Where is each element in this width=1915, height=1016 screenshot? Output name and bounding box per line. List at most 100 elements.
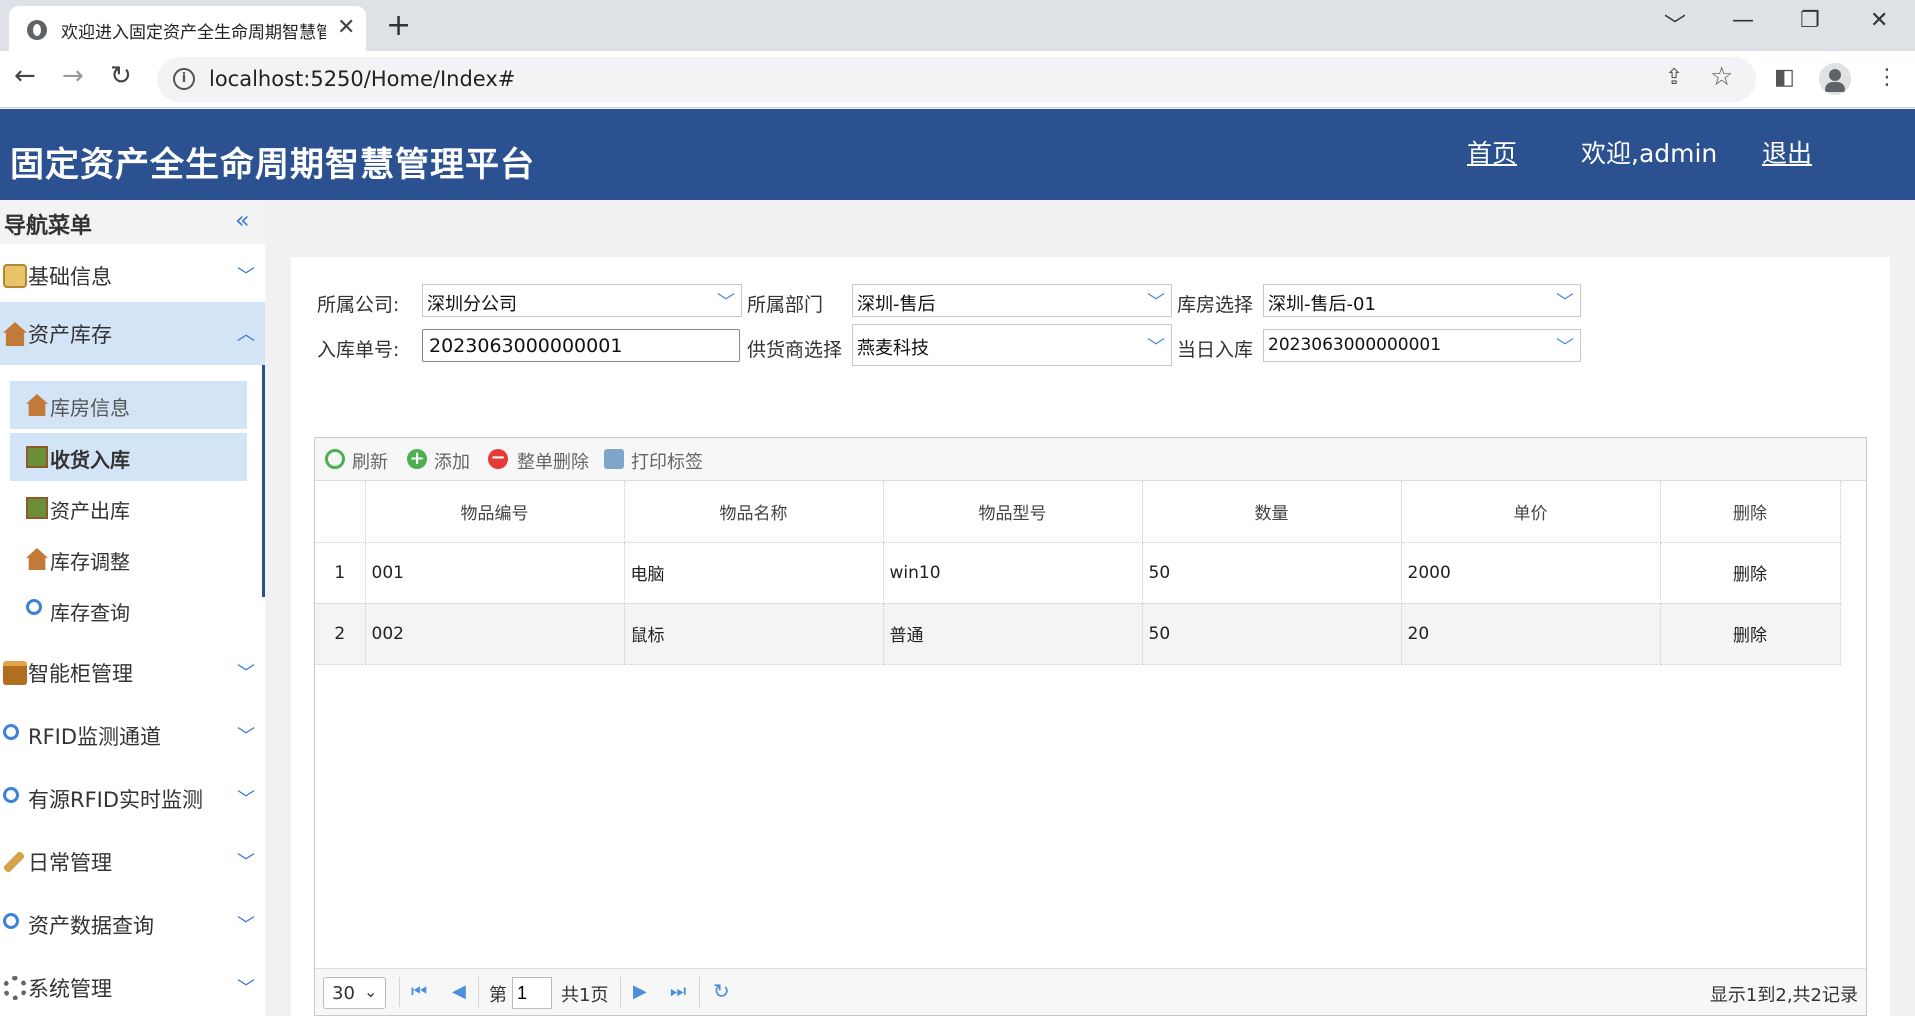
order-no-input[interactable] <box>422 329 740 362</box>
chevron-down-icon[interactable]: ﹀ <box>1147 288 1165 314</box>
browser-tabstrip: 欢迎进入固定资产全生命周期智慧管理平台 ✕ + ﹀ — ❐ ✕ <box>0 0 1915 51</box>
wrench-icon <box>2 850 26 874</box>
new-tab-button[interactable]: + <box>386 8 411 43</box>
submenu-receiving[interactable]: 收货入库 <box>10 433 247 481</box>
pager-divider <box>478 977 479 1007</box>
warehouse-select[interactable]: 深圳-售后-01 ﹀ <box>1263 284 1581 317</box>
prev-page-icon[interactable]: ◀ <box>452 981 466 1002</box>
menu-asset-inventory[interactable]: 资产库存 ︿ <box>0 302 265 365</box>
menu-system-management[interactable]: 系统管理 ﹀ <box>0 956 265 1016</box>
home-link[interactable]: 首页 <box>1467 134 1517 170</box>
menu-label: 有源RFID实时监测 <box>28 788 204 812</box>
supplier-select[interactable]: 燕麦科技 ﹀ <box>852 324 1172 366</box>
delete-row-link[interactable]: 删除 <box>1660 542 1841 604</box>
back-icon[interactable]: ← <box>14 61 36 91</box>
next-page-icon[interactable]: ▶ <box>633 981 647 1002</box>
submenu-warehouse-info[interactable]: 库房信息 <box>10 381 247 429</box>
minimize-icon[interactable]: — <box>1732 8 1754 33</box>
cell-name[interactable]: 鼠标 <box>624 603 884 665</box>
address-bar[interactable]: i localhost:5250/Home/Index# ⇪ ☆ <box>157 57 1756 102</box>
last-page-icon[interactable]: ⏭ <box>670 981 686 1002</box>
order-no-label: 入库单号: <box>317 339 400 361</box>
menu-label: 基础信息 <box>28 265 112 289</box>
tab-search-icon[interactable]: ﹀ <box>1664 8 1686 40</box>
forward-icon[interactable]: → <box>62 61 84 91</box>
company-select[interactable]: 深圳分公司 ﹀ <box>422 284 742 317</box>
pager-divider <box>399 977 400 1007</box>
chevron-down-icon[interactable]: ﹀ <box>1147 333 1165 359</box>
submenu-label: 收货入库 <box>50 448 130 472</box>
dept-select[interactable]: 深圳-售后 ﹀ <box>852 284 1172 317</box>
reload-page-icon[interactable]: ↻ <box>713 979 730 1003</box>
menu-label: 智能柜管理 <box>28 662 133 686</box>
cell-name[interactable]: 电脑 <box>624 542 884 604</box>
chevron-down-icon: ﹀ <box>237 852 255 873</box>
delete-row-link[interactable]: 删除 <box>1660 603 1841 665</box>
chevron-down-icon[interactable]: ﹀ <box>1556 288 1574 314</box>
page-size-select[interactable]: 30 ⌄ <box>323 977 386 1009</box>
profile-avatar-icon[interactable] <box>1819 63 1851 95</box>
menu-asset-data-query[interactable]: 资产数据查询 ﹀ <box>0 893 265 956</box>
submenu-stock-query[interactable]: 库存查询 <box>10 586 247 634</box>
row-number: 2 <box>315 603 366 665</box>
bookmark-star-icon[interactable]: ☆ <box>1710 62 1733 92</box>
today-inbound-select[interactable]: 2023063000000001 ﹀ <box>1263 329 1581 362</box>
globe-icon <box>27 20 47 40</box>
app-header: 固定资产全生命周期智慧管理平台 首页 欢迎,admin 退出 <box>0 109 1915 200</box>
cell-code[interactable]: 002 <box>365 603 625 665</box>
menu-smart-cabinet[interactable]: 智能柜管理 ﹀ <box>0 641 265 704</box>
cell-price[interactable]: 2000 <box>1401 542 1661 604</box>
cell-code[interactable]: 001 <box>365 542 625 604</box>
side-panel-icon[interactable]: ◧ <box>1774 65 1795 90</box>
pager-divider <box>620 977 621 1007</box>
cell-qty[interactable]: 50 <box>1142 542 1402 604</box>
chevron-down-icon[interactable]: ﹀ <box>717 288 735 314</box>
submenu-asset-outbound[interactable]: 资产出库 <box>10 484 247 532</box>
page-number-input[interactable] <box>512 977 552 1009</box>
column-header[interactable]: 单价 <box>1401 481 1661 543</box>
cell-model[interactable]: 普通 <box>883 603 1143 665</box>
collapse-sidebar-icon[interactable]: « <box>235 206 250 234</box>
refresh-label: 刷新 <box>352 452 388 473</box>
cell-qty[interactable]: 50 <box>1142 603 1402 665</box>
today-inbound-value: 2023063000000001 <box>1268 335 1442 355</box>
browser-tab[interactable]: 欢迎进入固定资产全生命周期智慧管理平台 ✕ <box>9 6 366 51</box>
reload-icon[interactable]: ↻ <box>110 61 132 91</box>
menu-basic-info[interactable]: 基础信息 ﹀ <box>0 244 265 307</box>
close-window-icon[interactable]: ✕ <box>1870 8 1888 33</box>
submenu-label: 资产出库 <box>50 499 130 523</box>
warehouse-select-value: 深圳-售后-01 <box>1268 294 1376 315</box>
table-row[interactable]: 2 002 鼠标 普通 50 20 删除 <box>315 603 1841 665</box>
site-info-icon[interactable]: i <box>173 68 195 90</box>
restore-icon[interactable]: ❐ <box>1800 8 1820 33</box>
more-menu-icon[interactable]: ⋮ <box>1876 65 1898 90</box>
share-icon[interactable]: ⇪ <box>1665 65 1683 90</box>
submenu-stock-adjust[interactable]: 库存调整 <box>10 535 247 583</box>
column-header[interactable]: 数量 <box>1142 481 1402 543</box>
add-label: 添加 <box>434 452 470 473</box>
logout-link[interactable]: 退出 <box>1762 134 1812 170</box>
first-page-icon[interactable]: ⏮ <box>411 981 427 1002</box>
column-header[interactable]: 物品型号 <box>883 481 1143 543</box>
tab-title: 欢迎进入固定资产全生命周期智慧管理平台 <box>61 23 326 43</box>
print-labels-label: 打印标签 <box>631 452 703 473</box>
menu-daily-management[interactable]: 日常管理 ﹀ <box>0 830 265 893</box>
menu-active-rfid[interactable]: 有源RFID实时监测 ﹀ <box>0 767 265 830</box>
welcome-text: 欢迎,admin <box>1581 139 1718 168</box>
table-row[interactable]: 1 001 电脑 win10 50 2000 删除 <box>315 542 1841 604</box>
chevron-down-icon[interactable]: ﹀ <box>1556 333 1574 359</box>
tab-close-icon[interactable]: ✕ <box>337 15 355 40</box>
submenu-label: 库存查询 <box>50 601 130 625</box>
column-header[interactable]: 删除 <box>1660 481 1841 543</box>
total-pages: 共1页 <box>561 985 609 1006</box>
warehouse-label: 库房选择 <box>1177 294 1254 316</box>
cell-model[interactable]: win10 <box>883 542 1143 604</box>
column-header[interactable]: 物品编号 <box>365 481 625 543</box>
submenu-label: 库房信息 <box>50 396 130 420</box>
cell-price[interactable]: 20 <box>1401 603 1661 665</box>
today-inbound-label: 当日入库 <box>1177 339 1254 361</box>
items-grid: 刷新 + 添加 − 整单删除 打印标签 物品编号 物品名称 物品型号 数量 单价… <box>314 437 1867 1016</box>
url-text[interactable]: localhost:5250/Home/Index# <box>209 67 515 91</box>
menu-rfid-channel[interactable]: RFID监测通道 ﹀ <box>0 704 265 767</box>
column-header[interactable]: 物品名称 <box>624 481 884 543</box>
